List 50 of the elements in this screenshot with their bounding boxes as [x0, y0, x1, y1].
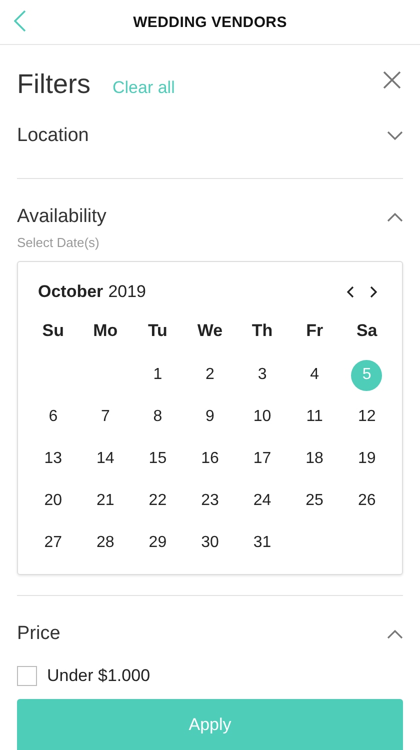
calendar-year: 2019 [108, 282, 146, 302]
section-header[interactable]: Price [17, 612, 403, 656]
calendar-day[interactable]: 19 [351, 444, 382, 474]
calendar-day[interactable]: 14 [90, 444, 121, 474]
calendar-day[interactable]: 13 [38, 444, 69, 474]
calendar-day[interactable]: 10 [246, 402, 278, 432]
calendar-day[interactable]: 24 [246, 486, 278, 516]
calendar-day[interactable]: 27 [38, 528, 69, 558]
weekday-label: Fr [305, 320, 324, 342]
calendar-day[interactable]: 9 [194, 402, 226, 432]
calendar-day[interactable]: 2 [194, 360, 226, 390]
calendar-day[interactable]: 30 [194, 528, 226, 558]
calendar-day[interactable]: 26 [351, 486, 382, 516]
calendar-day[interactable]: 23 [194, 486, 226, 516]
calendar-day[interactable]: 15 [142, 444, 174, 474]
calendar-day[interactable]: 8 [142, 402, 174, 432]
header-title: WEDDING VENDORS [133, 14, 287, 30]
back-icon [14, 10, 26, 32]
calendar-day[interactable]: 16 [194, 444, 226, 474]
calendar-day[interactable]: 21 [90, 486, 121, 516]
calendar-day[interactable]: 18 [299, 444, 330, 474]
checkbox[interactable] [17, 666, 37, 686]
weekday-label: Tu [146, 320, 168, 342]
close-button[interactable] [381, 69, 403, 91]
calendar-day[interactable]: 1 [142, 360, 174, 390]
calendar-day[interactable]: 7 [90, 402, 121, 432]
calendar-day[interactable]: 20 [38, 486, 69, 516]
calendar-day[interactable]: 11 [299, 402, 330, 432]
calendar-day[interactable]: 28 [90, 528, 121, 558]
calendar-day[interactable]: 29 [142, 528, 174, 558]
section-header[interactable]: Location [17, 114, 403, 158]
calendar-day[interactable]: 3 [246, 360, 278, 390]
calendar-day[interactable]: 12 [351, 402, 382, 432]
weekday-label: We [196, 320, 224, 342]
filters-title: Filters [17, 69, 90, 100]
weekday-label: Sa [355, 320, 378, 342]
option-label: Under $1.000 [47, 666, 150, 686]
calendar-day[interactable]: 22 [142, 486, 174, 516]
weekday-label: Th [250, 320, 274, 342]
weekday-label: Mo [92, 320, 119, 342]
calendar-day[interactable]: 6 [38, 402, 69, 432]
chevron-right-icon [370, 286, 378, 298]
calendar-day[interactable]: 31 [246, 528, 278, 558]
calendar-day[interactable]: 17 [246, 444, 278, 474]
weekday-label: Su [41, 320, 65, 342]
calendar-day[interactable]: 25 [299, 486, 330, 516]
close-icon [383, 71, 401, 89]
chevron-left-icon [346, 286, 354, 298]
calendar-month: October [38, 282, 104, 302]
calendar-day[interactable]: 4 [299, 360, 330, 390]
